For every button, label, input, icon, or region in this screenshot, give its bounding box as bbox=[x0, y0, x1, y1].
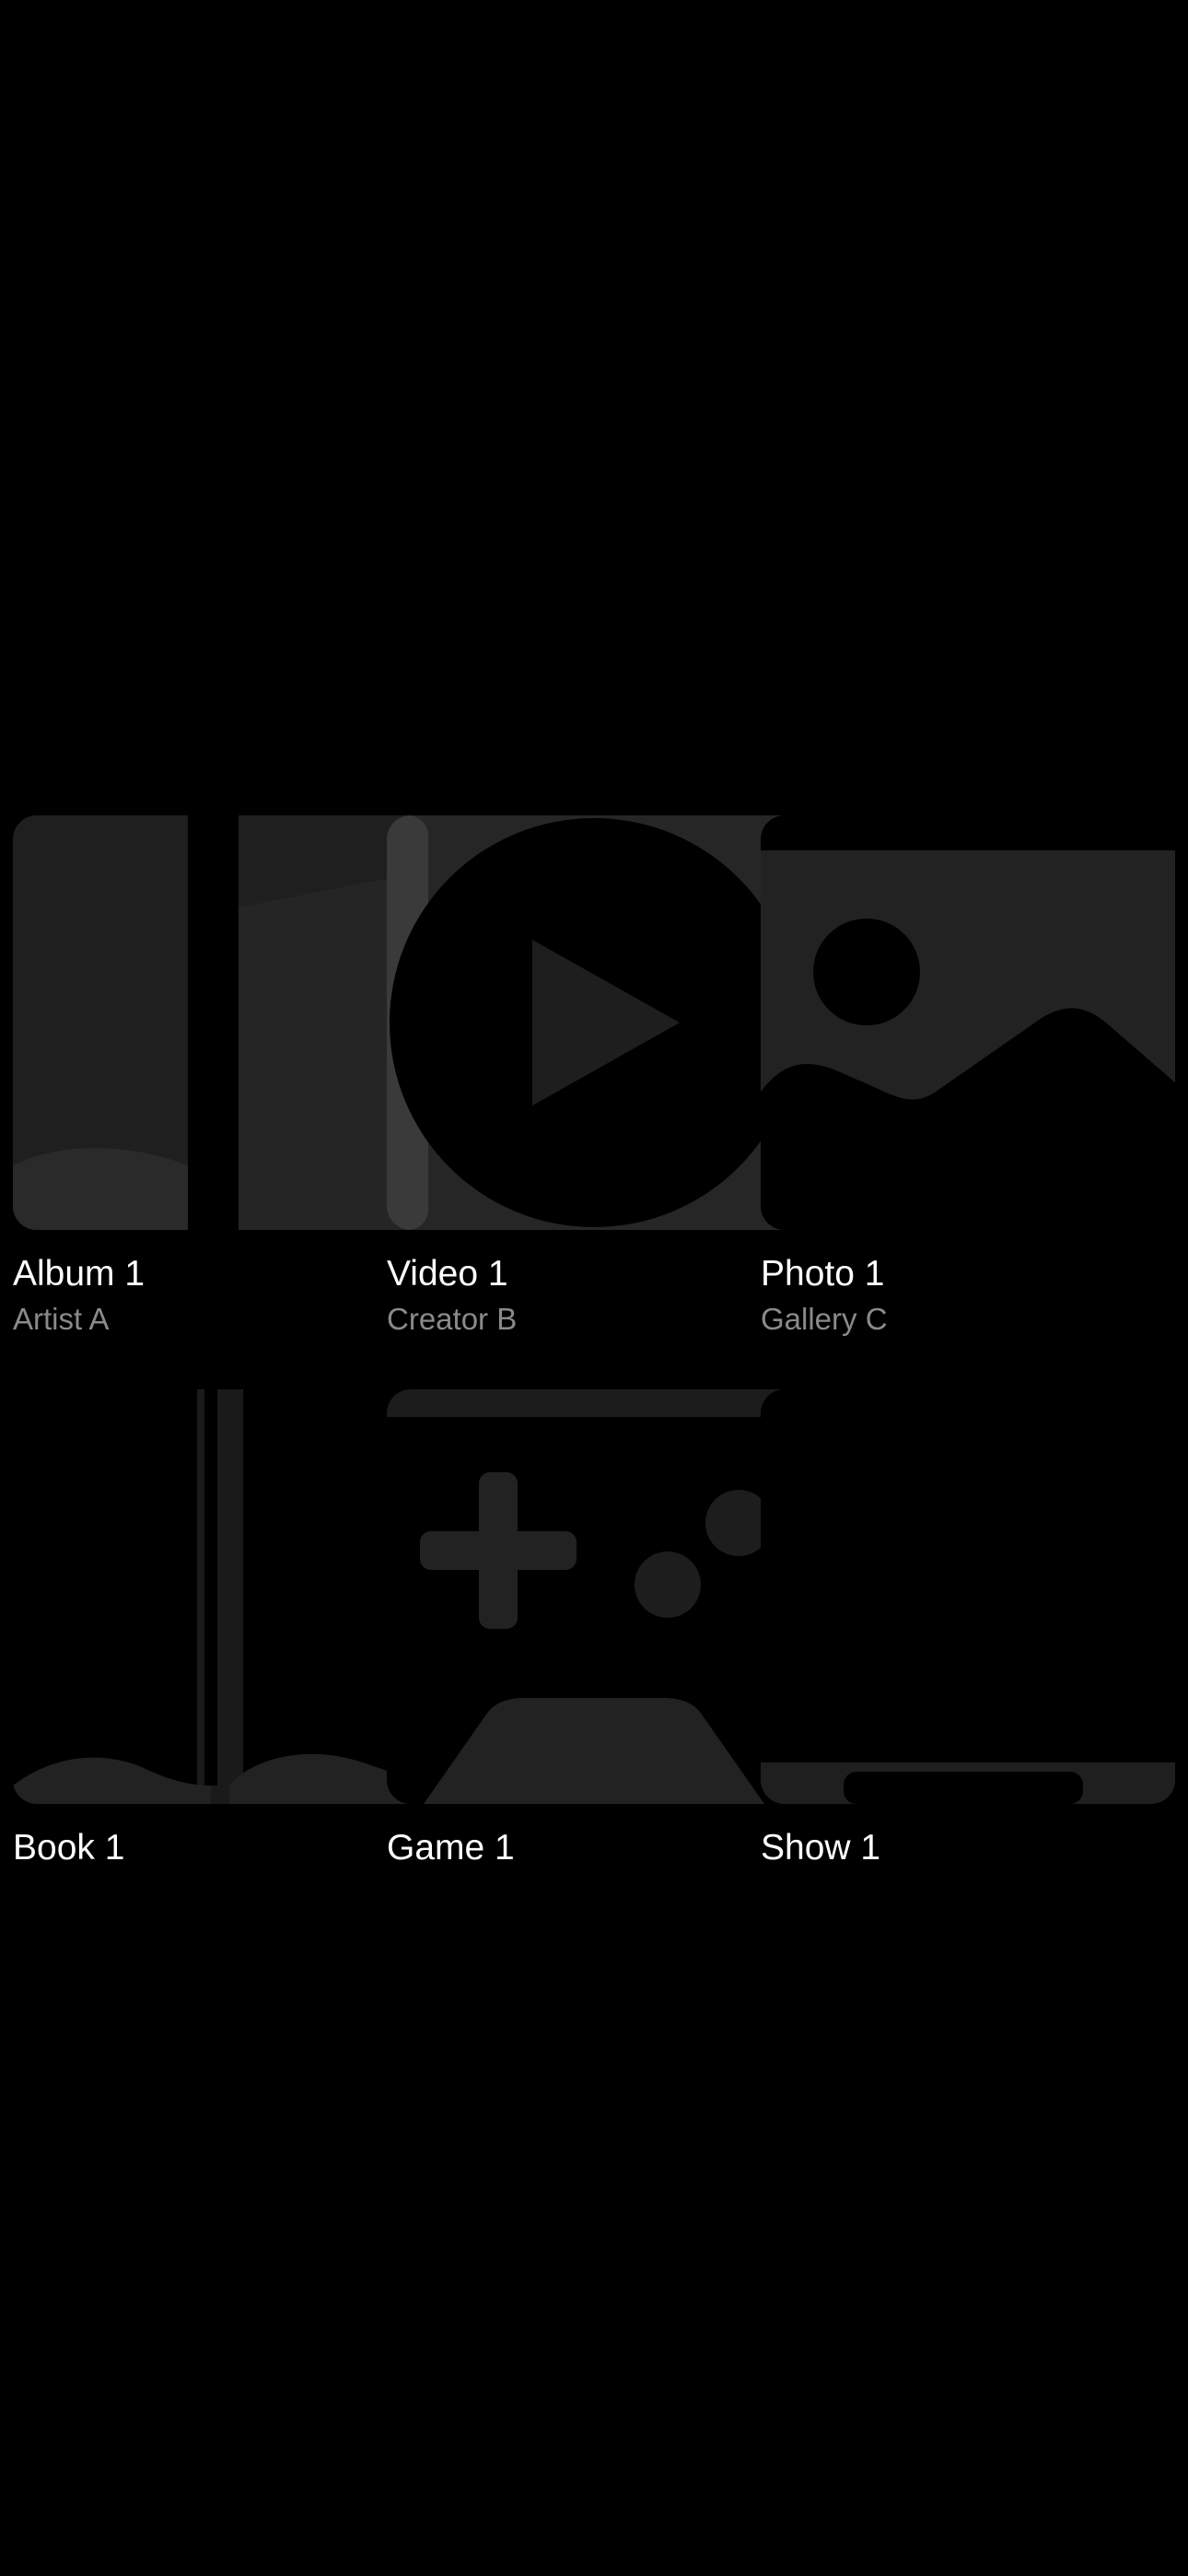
music-note-icon bbox=[13, 815, 427, 1230]
tile-title: Album 1 bbox=[13, 1254, 146, 1294]
tile-subtitle: Gallery C bbox=[761, 1302, 888, 1336]
tile-subtitle: Artist A bbox=[13, 1302, 110, 1336]
album-artwork[interactable] bbox=[13, 815, 427, 1230]
photo-icon bbox=[761, 815, 1175, 1230]
game-controller-icon bbox=[387, 1389, 801, 1804]
tile-title: Game 1 bbox=[387, 1828, 515, 1868]
open-book-icon bbox=[13, 1389, 427, 1804]
game-artwork[interactable] bbox=[387, 1389, 801, 1804]
media-tile-book[interactable]: Book 1 bbox=[13, 1389, 427, 1870]
tile-title: Video 1 bbox=[387, 1254, 508, 1294]
tile-title: Show 1 bbox=[761, 1828, 881, 1868]
media-tile-show[interactable]: Show 1 bbox=[761, 1389, 1175, 1870]
media-tile-video[interactable]: Video 1 Creator B bbox=[387, 815, 801, 1339]
media-grid: Album 1 Artist A Video 1 Creator B Photo… bbox=[0, 0, 1188, 2576]
media-tile-photo[interactable]: Photo 1 Gallery C bbox=[761, 815, 1175, 1339]
media-tile-album[interactable]: Album 1 Artist A bbox=[13, 815, 427, 1339]
photo-thumbnail[interactable] bbox=[761, 815, 1175, 1230]
show-artwork[interactable] bbox=[761, 1389, 1175, 1804]
media-tile-game[interactable]: Game 1 bbox=[387, 1389, 801, 1870]
play-circle-icon bbox=[387, 815, 801, 1230]
tile-title: Book 1 bbox=[13, 1828, 125, 1868]
tile-subtitle: Creator B bbox=[387, 1302, 518, 1336]
book-cover[interactable] bbox=[13, 1389, 427, 1804]
video-thumbnail[interactable] bbox=[387, 815, 801, 1230]
tv-icon bbox=[761, 1389, 1175, 1804]
tile-title: Photo 1 bbox=[761, 1254, 885, 1294]
